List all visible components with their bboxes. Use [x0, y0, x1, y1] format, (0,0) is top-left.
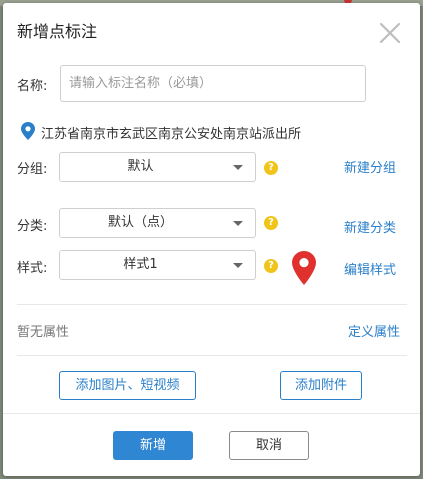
dialog-title: 新增点标注: [17, 22, 98, 41]
category-select-value: 默认（点）: [107, 215, 173, 230]
help-icon[interactable]: ?: [264, 259, 278, 273]
help-icon[interactable]: ?: [264, 161, 278, 175]
chevron-down-icon: [233, 263, 243, 268]
chevron-down-icon: [233, 165, 243, 170]
group-select[interactable]: 默认: [59, 152, 256, 182]
add-attachment-button[interactable]: 添加附件: [280, 371, 362, 400]
help-icon[interactable]: ?: [264, 216, 278, 230]
cancel-button[interactable]: 取消: [229, 431, 309, 460]
chevron-down-icon: [233, 221, 243, 226]
name-label: 名称:: [17, 79, 48, 94]
category-label: 分类:: [17, 219, 48, 234]
group-label: 分组:: [17, 162, 48, 177]
divider: [17, 355, 407, 356]
location-address: 江苏省南京市玄武区南京公安处南京站派出所: [41, 127, 302, 142]
no-attributes-text: 暂无属性: [17, 325, 70, 340]
create-category-link[interactable]: 新建分类: [344, 217, 396, 236]
add-point-marker-dialog: 新增点标注 名称: 江苏省南京市玄武区南京公安处南京站派出所 分组: 默认 ? …: [3, 3, 420, 476]
edit-style-link[interactable]: 编辑样式: [344, 259, 396, 278]
submit-button[interactable]: 新增: [113, 431, 193, 460]
location-pin-icon: [21, 122, 35, 140]
divider: [17, 304, 407, 305]
style-select[interactable]: 样式1: [59, 250, 256, 280]
create-group-link[interactable]: 新建分组: [344, 157, 396, 176]
category-select[interactable]: 默认（点）: [59, 208, 256, 238]
define-attributes-link[interactable]: 定义属性: [348, 321, 400, 340]
divider: [3, 413, 420, 414]
add-media-button[interactable]: 添加图片、短视频: [59, 371, 196, 400]
name-input[interactable]: [60, 65, 366, 102]
style-select-value: 样式1: [123, 257, 158, 272]
group-select-value: 默认: [127, 159, 154, 174]
close-icon[interactable]: [378, 21, 402, 45]
style-label: 样式:: [17, 261, 48, 276]
marker-style-preview-icon: [292, 251, 316, 285]
